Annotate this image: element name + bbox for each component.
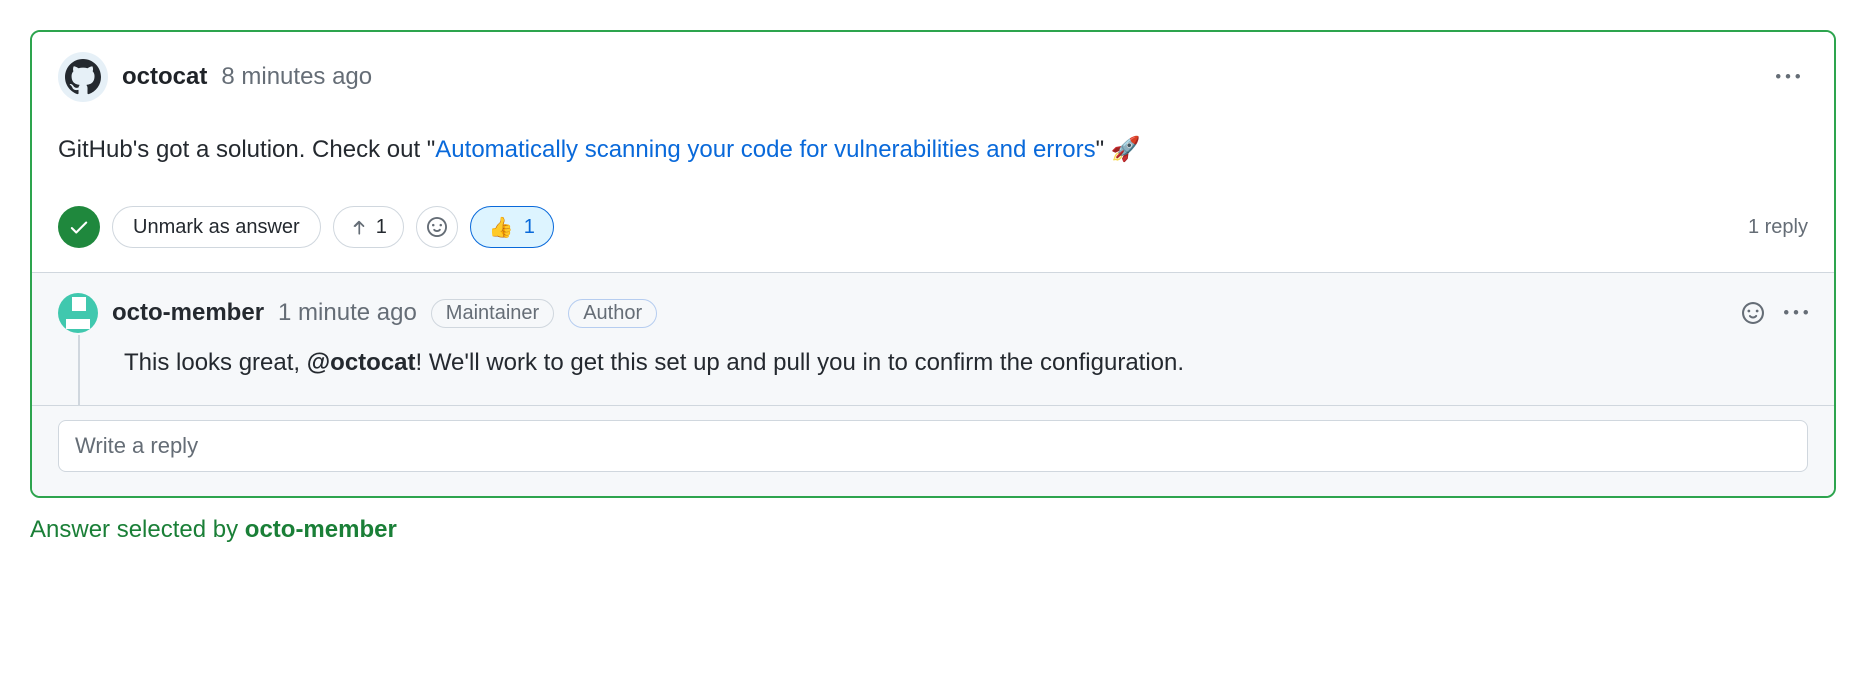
footer-prefix: Answer selected by [30,516,245,543]
check-icon [68,216,90,238]
thread-line [78,335,80,405]
kebab-icon [1784,301,1808,325]
body-text-prefix: GitHub's got a solution. Check out " [58,136,435,163]
reply-mention[interactable]: @octocat [307,349,416,376]
answer-timestamp[interactable]: 8 minutes ago [221,63,372,91]
octocat-icon [65,59,101,95]
reply-input-row [32,405,1834,496]
unmark-label: Unmark as answer [133,216,300,239]
reply-header: octo-member 1 minute ago Maintainer Auth… [58,293,1808,333]
author-badge: Author [568,299,657,328]
answer-selected-footer: Answer selected by octo-member [30,516,1836,544]
upvote-count: 1 [376,216,387,239]
add-reaction-button[interactable] [416,206,458,248]
smiley-icon [1742,302,1764,324]
reply-timestamp[interactable]: 1 minute ago [278,299,417,327]
reply-text-suffix: ! We'll work to get this set up and pull… [416,349,1185,376]
reply-actions [1742,301,1808,325]
kebab-icon [1776,65,1800,89]
answer-check-badge [58,206,100,248]
reply-body: This looks great, @octocat! We'll work t… [124,345,1808,381]
maintainer-badge: Maintainer [431,299,554,328]
reply-menu-button[interactable] [1784,301,1808,325]
smiley-icon [427,217,447,237]
reply-avatar[interactable] [58,293,98,333]
answer-header: octocat 8 minutes ago [58,52,1808,102]
footer-user[interactable]: octo-member [245,516,397,543]
answer-main: octocat 8 minutes ago GitHub's got a sol… [32,32,1834,272]
upvote-button[interactable]: 1 [333,206,404,248]
answer-menu-button[interactable] [1768,61,1808,93]
reply-add-reaction-button[interactable] [1742,302,1764,324]
answer-actions: Unmark as answer 1 👍 1 1 reply [58,206,1808,248]
reply-text-prefix: This looks great, [124,349,307,376]
thumbs-up-reaction[interactable]: 👍 1 [470,206,554,248]
reply-input[interactable] [58,420,1808,472]
body-text-suffix: " [1096,136,1111,163]
answer-card: octocat 8 minutes ago GitHub's got a sol… [30,30,1836,498]
arrow-up-icon [350,218,368,236]
answer-body: GitHub's got a solution. Check out "Auto… [58,132,1808,168]
author-avatar[interactable] [58,52,108,102]
author-username[interactable]: octocat [122,63,207,91]
body-link[interactable]: Automatically scanning your code for vul… [435,136,1095,163]
thumbs-up-emoji: 👍 [489,215,514,240]
reply-item: octo-member 1 minute ago Maintainer Auth… [32,273,1834,405]
unmark-answer-button[interactable]: Unmark as answer [112,206,321,248]
reply-username[interactable]: octo-member [112,299,264,327]
thumbs-up-count: 1 [524,216,535,239]
reply-count: 1 reply [1748,216,1808,239]
replies-section: octo-member 1 minute ago Maintainer Auth… [32,272,1834,496]
rocket-emoji: 🚀 [1111,136,1141,163]
